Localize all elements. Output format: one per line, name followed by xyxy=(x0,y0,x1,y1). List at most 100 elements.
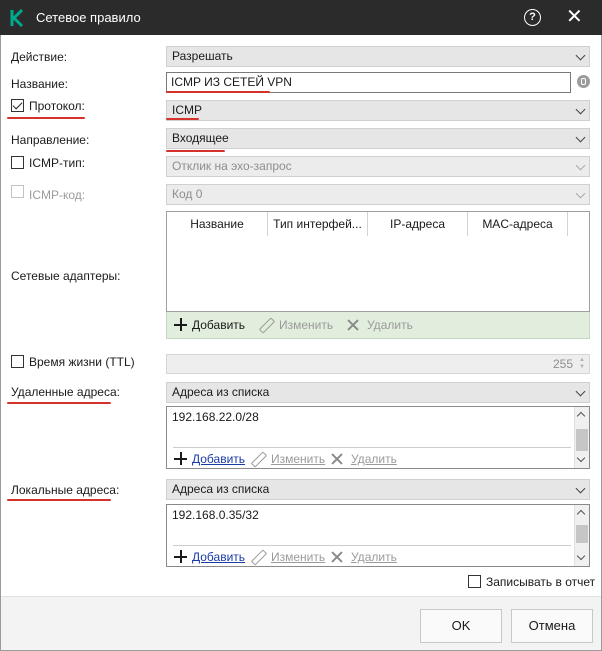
plus-icon xyxy=(174,452,187,465)
plus-icon xyxy=(174,550,187,563)
pencil-icon xyxy=(259,318,273,332)
ttl-label: Время жизни (TTL) xyxy=(29,355,135,369)
action-label: Действие: xyxy=(11,50,68,64)
scroll-down-icon[interactable] xyxy=(576,551,586,561)
delete-label: Удалить xyxy=(351,452,397,466)
chevron-down-icon xyxy=(575,50,586,61)
remote-addresses-underline xyxy=(7,402,111,404)
window-title: Сетевое правило xyxy=(36,10,141,25)
chevron-down-icon xyxy=(575,160,586,171)
edit-label: Изменить xyxy=(279,318,334,332)
scroll-up-icon[interactable] xyxy=(576,411,586,421)
protocol-select[interactable]: ICMP xyxy=(166,100,590,121)
remote-addresses-toolbar: Добавить Изменить Удалить xyxy=(167,447,567,469)
local-addresses-label: Локальные адреса: xyxy=(11,483,120,497)
name-input[interactable]: ICMP ИЗ СЕТЕЙ VPN xyxy=(166,72,571,93)
protocol-value-underline xyxy=(166,118,199,120)
local-addresses-underline xyxy=(7,499,111,501)
local-edit-button: Изменить xyxy=(251,549,325,565)
remote-addresses-list[interactable]: 192.168.22.0/28 Добавить Изменить Удалит… xyxy=(166,406,590,469)
column-header-name[interactable]: Название xyxy=(167,212,268,236)
pencil-icon xyxy=(251,452,265,466)
ttl-spinbox: 255 ▲ ▼ xyxy=(166,354,590,374)
name-highlight-underline xyxy=(166,91,270,93)
adapters-label: Сетевые адаптеры: xyxy=(11,269,121,283)
cancel-button[interactable]: Отмена xyxy=(511,609,593,643)
delete-label: Удалить xyxy=(351,550,397,564)
list-item[interactable]: 192.168.0.35/32 xyxy=(172,508,259,522)
x-icon xyxy=(347,319,359,331)
remote-edit-button: Изменить xyxy=(251,451,325,467)
protocol-checkbox[interactable] xyxy=(11,99,24,112)
adapters-edit-button: Изменить xyxy=(259,317,333,333)
action-value: Разрешать xyxy=(172,49,233,63)
add-label: Добавить xyxy=(192,318,246,332)
chevron-down-icon xyxy=(575,188,586,199)
ok-button[interactable]: OK xyxy=(420,609,502,643)
edit-label: Изменить xyxy=(271,550,326,564)
chevron-down-icon xyxy=(575,104,586,115)
x-icon xyxy=(331,551,343,563)
local-addresses-toolbar: Добавить Изменить Удалить xyxy=(167,545,567,567)
remote-addresses-scrollbar[interactable] xyxy=(574,407,589,468)
local-add-button[interactable]: Добавить xyxy=(174,549,245,565)
adapters-table[interactable]: Название Тип интерфей... IP-адреса MAC-а… xyxy=(166,211,590,312)
remote-addresses-label: Удаленные адреса: xyxy=(11,385,120,399)
protocol-label: Протокол: xyxy=(29,99,85,113)
remote-addresses-value: Адреса из списка xyxy=(172,385,270,399)
remote-delete-button: Удалить xyxy=(331,451,397,467)
scroll-down-icon[interactable] xyxy=(576,453,586,463)
icmp-type-label: ICMP-тип: xyxy=(29,156,86,170)
direction-value-underline xyxy=(166,150,225,152)
spinner-arrows-icon: ▲ ▼ xyxy=(579,357,585,370)
name-value: ICMP ИЗ СЕТЕЙ VPN xyxy=(171,75,292,89)
adapters-add-button[interactable]: Добавить xyxy=(174,317,245,333)
chevron-down-icon xyxy=(575,483,586,494)
icmp-type-checkbox[interactable] xyxy=(11,156,24,169)
add-label: Добавить xyxy=(192,452,246,466)
kaspersky-logo-icon xyxy=(10,9,24,27)
delete-label: Удалить xyxy=(367,318,413,332)
info-icon[interactable] xyxy=(577,75,590,88)
column-header-ip-addresses[interactable]: IP-адреса xyxy=(368,212,468,236)
protocol-value: ICMP xyxy=(172,103,202,117)
local-delete-button: Удалить xyxy=(331,549,397,565)
protocol-highlight-underline xyxy=(7,117,85,119)
column-header-interface-type[interactable]: Тип интерфей... xyxy=(268,212,368,236)
remote-add-button[interactable]: Добавить xyxy=(174,451,245,467)
adapters-table-header: Название Тип интерфей... IP-адреса MAC-а… xyxy=(167,212,589,236)
direction-value: Входящее xyxy=(172,131,229,145)
scroll-thumb[interactable] xyxy=(576,429,588,451)
close-icon[interactable]: ✕ xyxy=(566,5,583,29)
chevron-down-icon xyxy=(575,132,586,143)
ttl-value: 255 xyxy=(552,357,573,371)
scroll-thumb[interactable] xyxy=(576,525,588,543)
icmp-type-select: Отклик на эхо-запрос xyxy=(166,156,590,177)
icmp-code-select: Код 0 xyxy=(166,184,590,205)
column-header-mac-addresses[interactable]: MAC-адреса xyxy=(468,212,568,236)
local-addresses-select[interactable]: Адреса из списка xyxy=(166,479,590,500)
icmp-type-value: Отклик на эхо-запрос xyxy=(172,159,292,173)
remote-addresses-select[interactable]: Адреса из списка xyxy=(166,382,590,403)
list-item[interactable]: 192.168.22.0/28 xyxy=(172,410,259,424)
dialog-footer: OK Отмена xyxy=(1,596,601,650)
icmp-code-value: Код 0 xyxy=(172,187,203,201)
icmp-code-checkbox xyxy=(11,185,24,198)
chevron-down-icon xyxy=(575,386,586,397)
ttl-checkbox[interactable] xyxy=(11,355,24,368)
pencil-icon xyxy=(251,550,265,564)
adapters-delete-button: Удалить xyxy=(347,317,413,333)
local-addresses-list[interactable]: 192.168.0.35/32 Добавить Изменить Удалит… xyxy=(166,504,590,567)
title-bar: Сетевое правило ? ✕ xyxy=(0,0,602,35)
plus-icon xyxy=(174,318,187,331)
scroll-up-icon[interactable] xyxy=(576,509,586,519)
direction-select[interactable]: Входящее xyxy=(166,128,590,149)
adapters-toolbar: Добавить Изменить Удалить xyxy=(166,312,590,339)
edit-label: Изменить xyxy=(271,452,326,466)
add-label: Добавить xyxy=(192,550,246,564)
help-icon[interactable]: ? xyxy=(524,9,541,26)
action-select[interactable]: Разрешать xyxy=(166,46,590,67)
x-icon xyxy=(331,453,343,465)
local-addresses-scrollbar[interactable] xyxy=(574,505,589,566)
log-checkbox[interactable] xyxy=(468,575,481,588)
